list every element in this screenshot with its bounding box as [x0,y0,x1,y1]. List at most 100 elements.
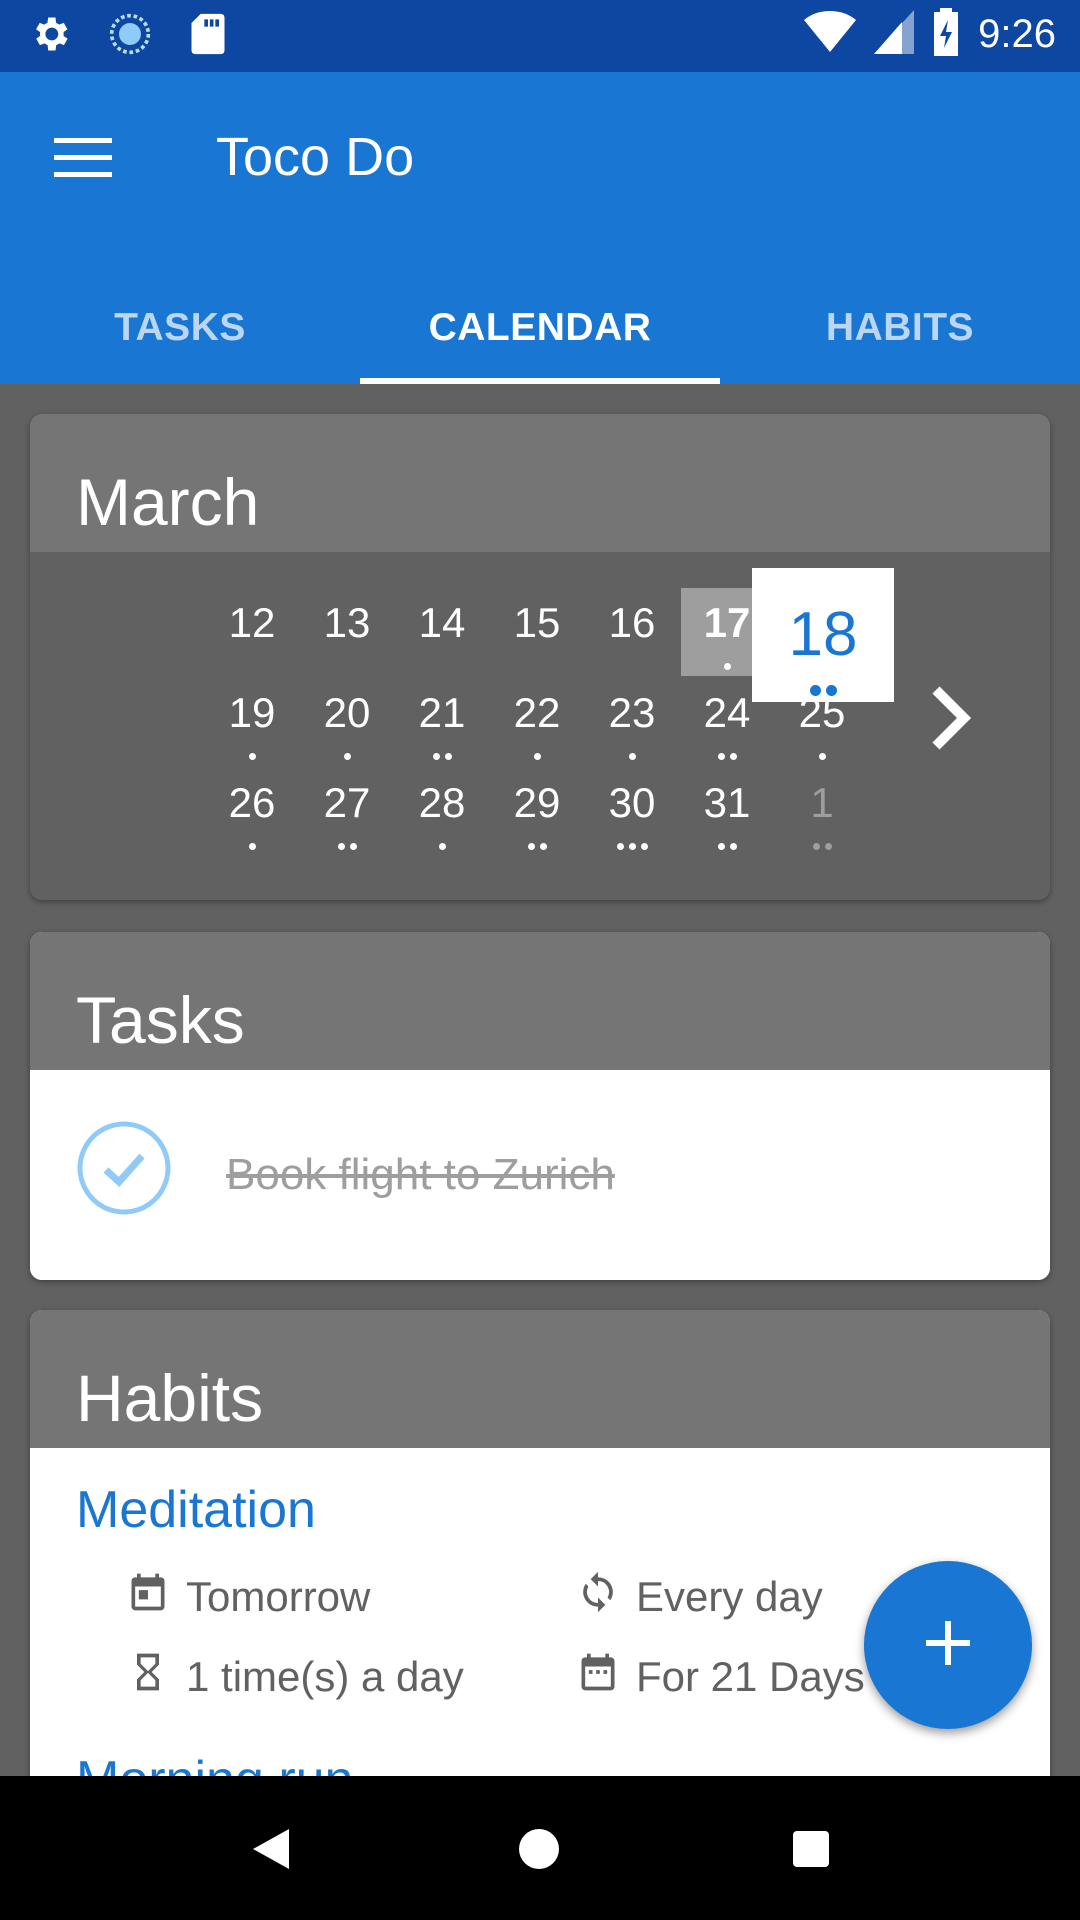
event-dot [812,843,820,850]
tab-calendar[interactable]: CALENDAR [360,272,720,384]
event-dots [491,753,583,760]
checked-circle-icon[interactable] [76,1120,172,1216]
calendar-day[interactable]: 16 [586,588,678,676]
calendar-day-number: 15 [513,599,561,646]
calendar-day[interactable]: 27 [301,768,393,856]
add-button[interactable] [864,1561,1032,1729]
event-dots [681,843,773,850]
habits-header: Habits [30,1310,1050,1448]
habit-repeat: Every day [576,1570,823,1624]
calendar-day[interactable]: 24 [681,678,773,766]
event-dot [349,843,357,850]
plus-icon [922,1617,974,1674]
calendar-day-number: 14 [418,599,466,646]
calendar-day-number: 16 [608,599,656,646]
event-dot [818,753,826,760]
calendar-day-number: 1 [810,779,834,826]
event-dot [717,753,725,760]
habit-frequency: 1 time(s) a day [126,1650,464,1704]
calendar-day[interactable]: 31 [681,768,773,856]
event-dots [491,843,583,850]
event-dot [337,843,345,850]
task-title: Book flight to Zurich [226,1150,615,1199]
event-dots [776,843,868,850]
event-dots [776,753,868,760]
calendar-day[interactable]: 1 [776,768,868,856]
calendar-day-number: 21 [418,689,466,736]
habit-name[interactable]: Meditation [76,1480,316,1540]
event-dot [640,843,648,850]
calendar-day[interactable]: 13 [301,588,393,676]
calendar-day-number: 12 [228,599,276,646]
event-dot [248,843,256,850]
calendar-day[interactable]: 12 [206,588,298,676]
status-time: 9:26 [978,12,1056,56]
hourglass-icon [126,1650,170,1704]
status-bar: 9:26 [0,0,1080,72]
event-dot [539,843,547,850]
hamburger-menu-icon[interactable] [40,120,130,200]
event-dot [717,843,725,850]
app-title: Toco Do [216,127,415,187]
habit-frequency-label: 1 time(s) a day [186,1653,464,1700]
recents-icon[interactable] [776,1814,846,1884]
calendar-day[interactable]: 15 [491,588,583,676]
calendar-card: March 12 13 14 15 16 17 18 19 20 21 22 23 24 25 26 27 28… [30,414,1050,900]
event-dot [729,753,737,760]
calendar-day[interactable]: 20 [301,678,393,766]
signal-icon [874,10,915,59]
habit-duration: For 21 Days [576,1650,865,1704]
system-nav-bar [0,1776,1080,1920]
habit-start: Tomorrow [126,1570,370,1624]
calendar-day[interactable]: 22 [491,678,583,766]
event-dots [206,753,298,760]
calendar-day-number: 18 [788,600,858,669]
repeat-icon [576,1570,620,1624]
back-icon[interactable] [236,1814,306,1884]
calendar-day[interactable]: 14 [396,588,488,676]
tasks-card: Tasks Book flight to Zurich [30,932,1050,1280]
event-dots [396,843,488,850]
settings-icon [28,12,72,61]
event-dot [628,843,636,850]
event-dots [586,753,678,760]
habit-repeat-label: Every day [636,1573,823,1620]
event-dot [432,753,440,760]
calendar-day-number: 22 [513,689,561,736]
event-dots [301,753,393,760]
event-dot [533,753,541,760]
battery-charging-icon [932,8,960,61]
tab-habits[interactable]: HABITS [720,272,1080,384]
calendar-header: March [30,414,1050,552]
event-dot [248,753,256,760]
home-icon[interactable] [504,1814,574,1884]
calendar-day[interactable]: 29 [491,768,583,856]
tab-bar: TASKS CALENDAR HABITS [0,272,1080,384]
calendar-day-number: 26 [228,779,276,826]
calendar-icon [126,1570,170,1624]
event-dot [824,843,832,850]
app-bar: Toco Do TASKS CALENDAR HABITS [0,72,1080,384]
calendar-day[interactable]: 26 [206,768,298,856]
calendar-day-number: 24 [703,689,751,736]
task-item[interactable]: Book flight to Zurich [30,1070,1050,1280]
calendar-day[interactable]: 30 [586,768,678,856]
tasks-title: Tasks [76,983,245,1057]
event-dot [628,753,636,760]
calendar-day-number: 13 [323,599,371,646]
calendar-day-number: 28 [418,779,466,826]
calendar-day-number: 29 [513,779,561,826]
event-dots [301,843,393,850]
calendar-day[interactable]: 19 [206,678,298,766]
calendar-day[interactable]: 23 [586,678,678,766]
calendar-day-number: 19 [228,689,276,736]
calendar-day-number: 30 [608,779,656,826]
wifi-icon [804,10,857,59]
calendar-day[interactable]: 21 [396,678,488,766]
calendar-day[interactable]: 25 [776,678,868,766]
tab-tasks[interactable]: TASKS [0,272,360,384]
chevron-right-icon[interactable] [920,678,980,758]
calendar-day[interactable]: 28 [396,768,488,856]
event-dot [729,843,737,850]
event-dot [723,663,731,670]
